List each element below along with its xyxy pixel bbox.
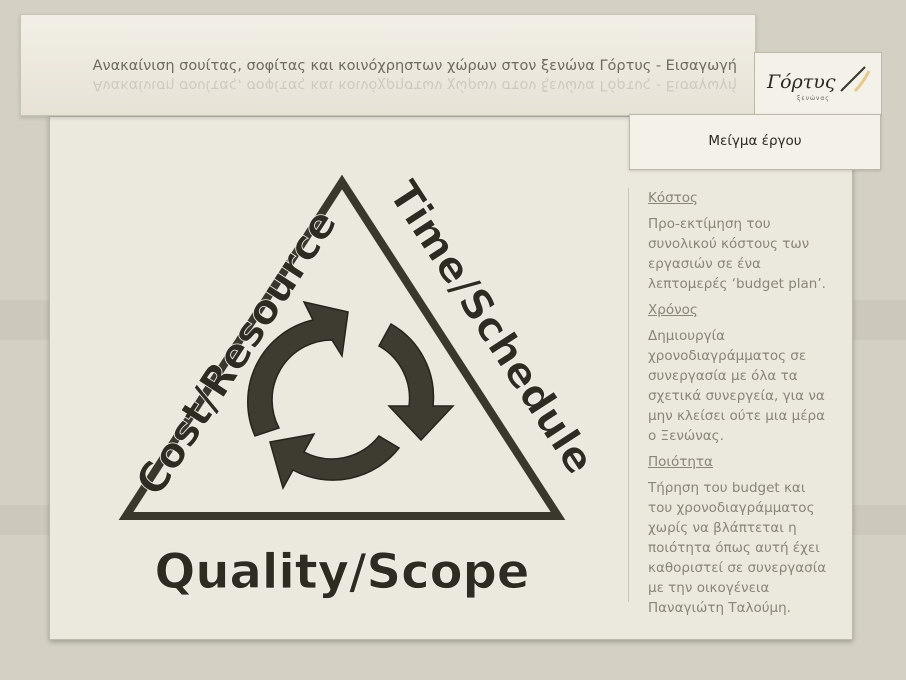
section-subtitle-box: Μείγμα έργου xyxy=(629,114,881,170)
section-subtitle: Μείγμα έργου xyxy=(708,133,802,149)
description-column: Κόστος Προ-εκτίμηση του συνολικού κόστου… xyxy=(628,188,828,616)
quality-heading: Ποιότητα xyxy=(648,454,713,470)
logo: Γόρτυς ξενώνας xyxy=(754,52,882,116)
page-title-reflection: Ανακαίνιση σουίτας, σοφίτας και κοινόχρη… xyxy=(92,77,737,93)
project-triangle-diagram: Cost/Resource Time/Schedule Quality/Scop… xyxy=(118,172,605,600)
page-title: Ανακαίνιση σουίτας, σοφίτας και κοινόχρη… xyxy=(92,58,737,74)
logo-subtitle: ξενώνας xyxy=(797,95,830,102)
time-text: Δημιουργία χρονοδιαγράμματος σε συνεργασ… xyxy=(648,328,825,444)
cost-text: Προ-εκτίμηση του συνολικού κόστους των ε… xyxy=(648,216,826,292)
quality-text: Τήρηση του budget και του χρονοδιαγράμμα… xyxy=(648,480,827,616)
triangle-bottom-label: Quality/Scope xyxy=(155,544,530,600)
header-panel: Ανακαίνιση σουίτας, σοφίτας και κοινόχρη… xyxy=(20,14,756,116)
logo-brush-icon xyxy=(840,66,871,93)
time-heading: Χρόνος xyxy=(648,302,698,318)
logo-name: Γόρτυς xyxy=(767,71,836,93)
cost-heading: Κόστος xyxy=(648,190,698,206)
triangle-right-label: Time/Schedule xyxy=(379,172,604,482)
